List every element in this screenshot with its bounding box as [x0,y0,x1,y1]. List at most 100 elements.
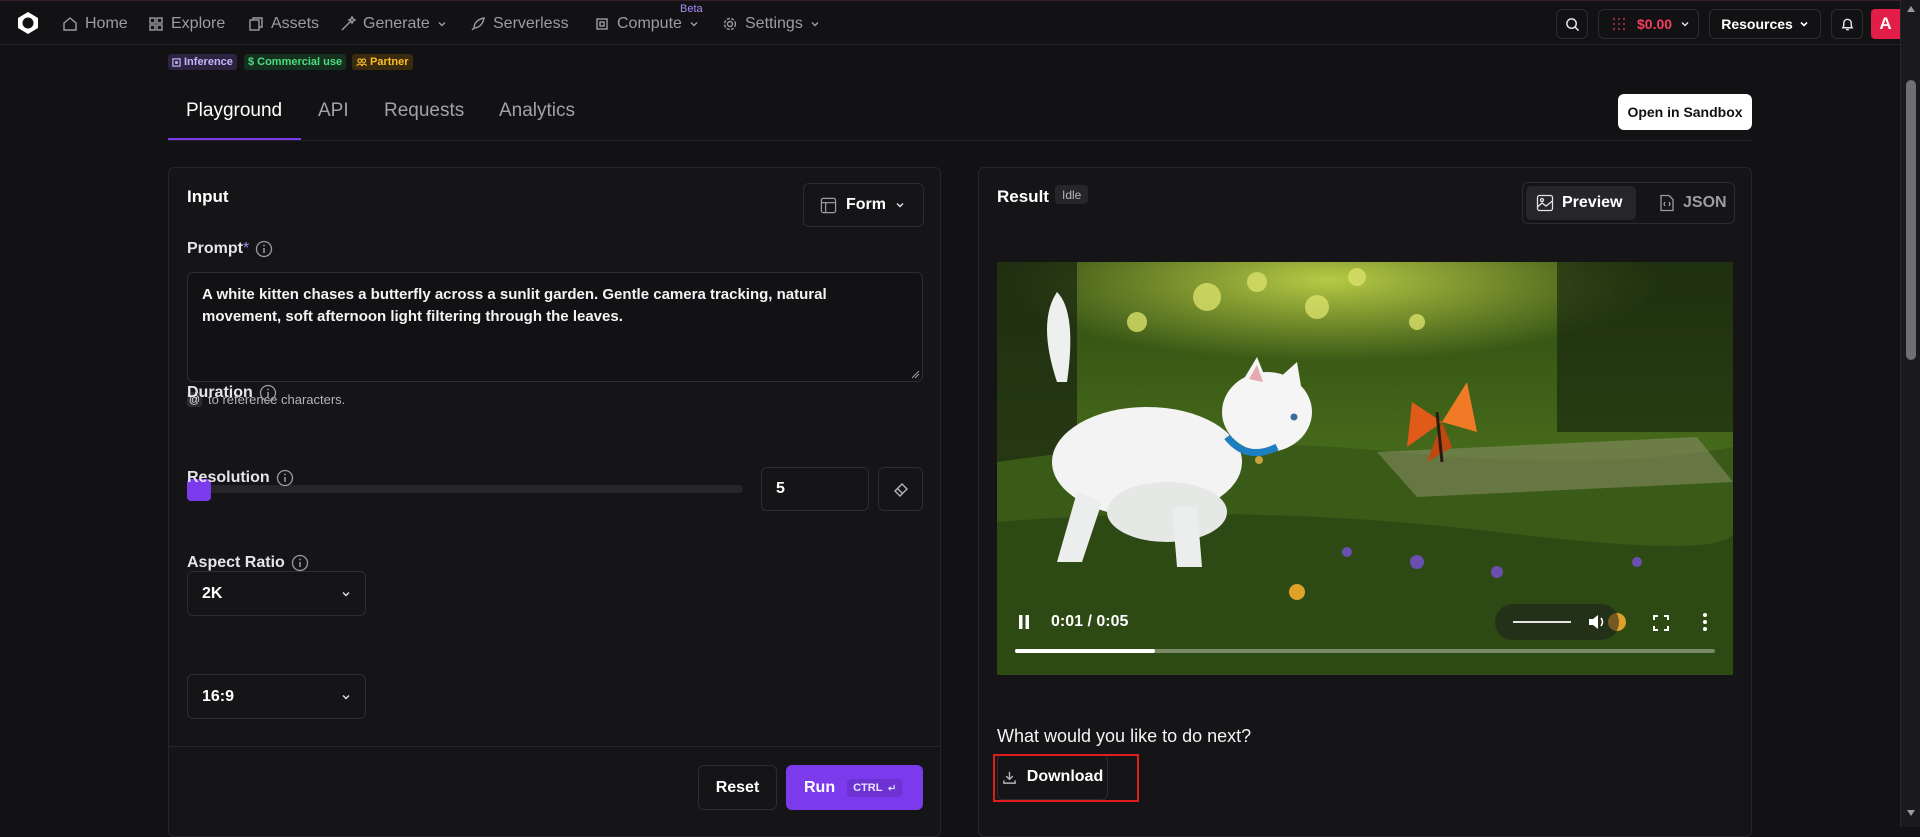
input-mode-select[interactable]: Form [803,183,924,227]
chevron-down-icon [811,21,819,26]
chevron-down-icon [1800,21,1808,27]
video-progress-bar[interactable] [1015,649,1715,653]
duration-label: Duration [187,384,253,401]
nav-settings[interactable]: Settings [722,1,820,46]
partner-badge-label: Partner [370,56,409,68]
tabs-divider [168,140,1752,141]
reset-button[interactable]: Reset [698,765,777,810]
nav-explore[interactable]: Explore [148,1,225,46]
json-tab[interactable]: JSON [1649,186,1737,220]
scroll-up-arrow-icon[interactable] [1907,6,1915,12]
clear-duration-button[interactable] [878,467,923,511]
resolution-select[interactable]: 2K [187,571,366,616]
chevron-down-icon [342,694,350,699]
inference-badge-label: Inference [184,56,233,68]
partner-badge: Partner [352,54,413,70]
layout-icon [820,197,837,213]
nav-explore-label: Explore [171,14,226,32]
credits-icon [1613,18,1625,30]
json-label: JSON [1683,194,1727,211]
image-icon [1536,194,1554,212]
commercial-use-badge: $ Commercial use [244,54,347,70]
fullscreen-icon[interactable] [1653,615,1669,631]
aspect-ratio-select[interactable]: 16:9 [187,674,366,719]
next-action-prompt: What would you like to do next? [997,726,1252,746]
gear-icon [723,17,737,30]
logo-icon[interactable] [16,11,40,35]
video-player[interactable]: 0:01 / 0:05 [997,262,1733,675]
chevron-down-icon [342,591,350,596]
tab-analytics[interactable]: Analytics [499,100,575,122]
input-panel: Input Form Prompt * A white kitten chase… [168,167,941,837]
balance-button[interactable]: $0.00 [1598,9,1699,39]
result-title: Result [997,187,1049,206]
search-button[interactable] [1556,9,1588,39]
prompt-label: Prompt [187,240,243,257]
avatar[interactable]: A [1871,9,1900,39]
result-view-toggle: Preview JSON [1522,182,1735,224]
nav-assets[interactable]: Assets [248,1,319,46]
run-button[interactable]: Run CTRL [786,765,923,810]
tab-requests[interactable]: Requests [384,100,464,122]
run-shortcut-key: CTRL [853,781,883,794]
dollar-icon: $ [248,56,255,68]
volume-slider[interactable] [1513,621,1571,623]
resize-handle-icon[interactable] [910,369,920,379]
search-icon [1565,17,1579,31]
preview-tab[interactable]: Preview [1526,186,1636,220]
commercial-badge-label: Commercial use [257,56,343,68]
resolution-label: Resolution [187,469,270,486]
input-mode-value: Form [846,196,886,213]
notifications-button[interactable] [1831,9,1863,39]
nav-generate[interactable]: Generate [340,1,447,46]
nav-compute-label: Compute [617,14,682,32]
nav-serverless-label: Serverless [493,14,569,32]
grid-icon [149,16,163,31]
duration-input[interactable]: 5 [761,467,869,511]
prompt-text: A white kitten chases a butterfly across… [202,286,827,325]
chip-icon [596,17,608,30]
partner-icon [356,57,367,66]
info-icon[interactable] [276,469,294,487]
top-nav: Home Explore Assets Generate Serverless … [0,0,1900,45]
info-icon[interactable] [255,240,273,258]
nav-serverless[interactable]: Serverless [470,1,569,46]
tab-api[interactable]: API [318,100,349,122]
run-shortcut: CTRL [847,778,903,797]
nav-home-label: Home [85,14,128,32]
preview-label: Preview [1562,194,1623,211]
resources-button[interactable]: Resources [1709,9,1821,39]
pause-icon[interactable] [1017,614,1031,630]
aspect-ratio-label: Aspect Ratio [187,554,285,571]
nav-home[interactable]: Home [62,1,128,46]
inference-icon [172,57,181,67]
beta-badge: Beta [680,3,703,15]
volume-icon[interactable] [1587,613,1607,631]
balance-value: $0.00 [1637,16,1673,32]
scroll-down-arrow-icon[interactable] [1907,810,1915,816]
page-scrollbar[interactable] [1900,0,1920,827]
more-options-icon[interactable] [1703,613,1707,631]
volume-control[interactable] [1495,604,1619,640]
chevron-down-icon [896,203,904,208]
result-panel: Result Idle Preview JSON 0:01 / 0:05 Wha… [978,167,1752,837]
wand-icon [341,15,356,30]
nav-settings-label: Settings [745,14,803,32]
chevron-down-icon [1681,22,1689,27]
tab-playground[interactable]: Playground [186,100,282,122]
info-icon[interactable] [259,384,277,402]
info-icon[interactable] [291,554,309,572]
video-time: 0:01 / 0:05 [1051,613,1129,630]
duration-label-row: Duration [187,384,277,402]
home-icon [63,16,77,31]
actions-divider [169,746,940,747]
open-in-sandbox-button[interactable]: Open in Sandbox [1618,94,1752,130]
prompt-textarea[interactable]: A white kitten chases a butterfly across… [187,272,923,382]
chevron-down-icon [438,21,446,26]
aspect-label-row: Aspect Ratio [187,554,309,572]
scroll-thumb[interactable] [1906,80,1916,360]
input-title: Input [187,187,229,206]
prompt-label-row: Prompt * [187,240,273,258]
chevron-down-icon [690,21,698,26]
highlight-annotation [993,754,1139,802]
